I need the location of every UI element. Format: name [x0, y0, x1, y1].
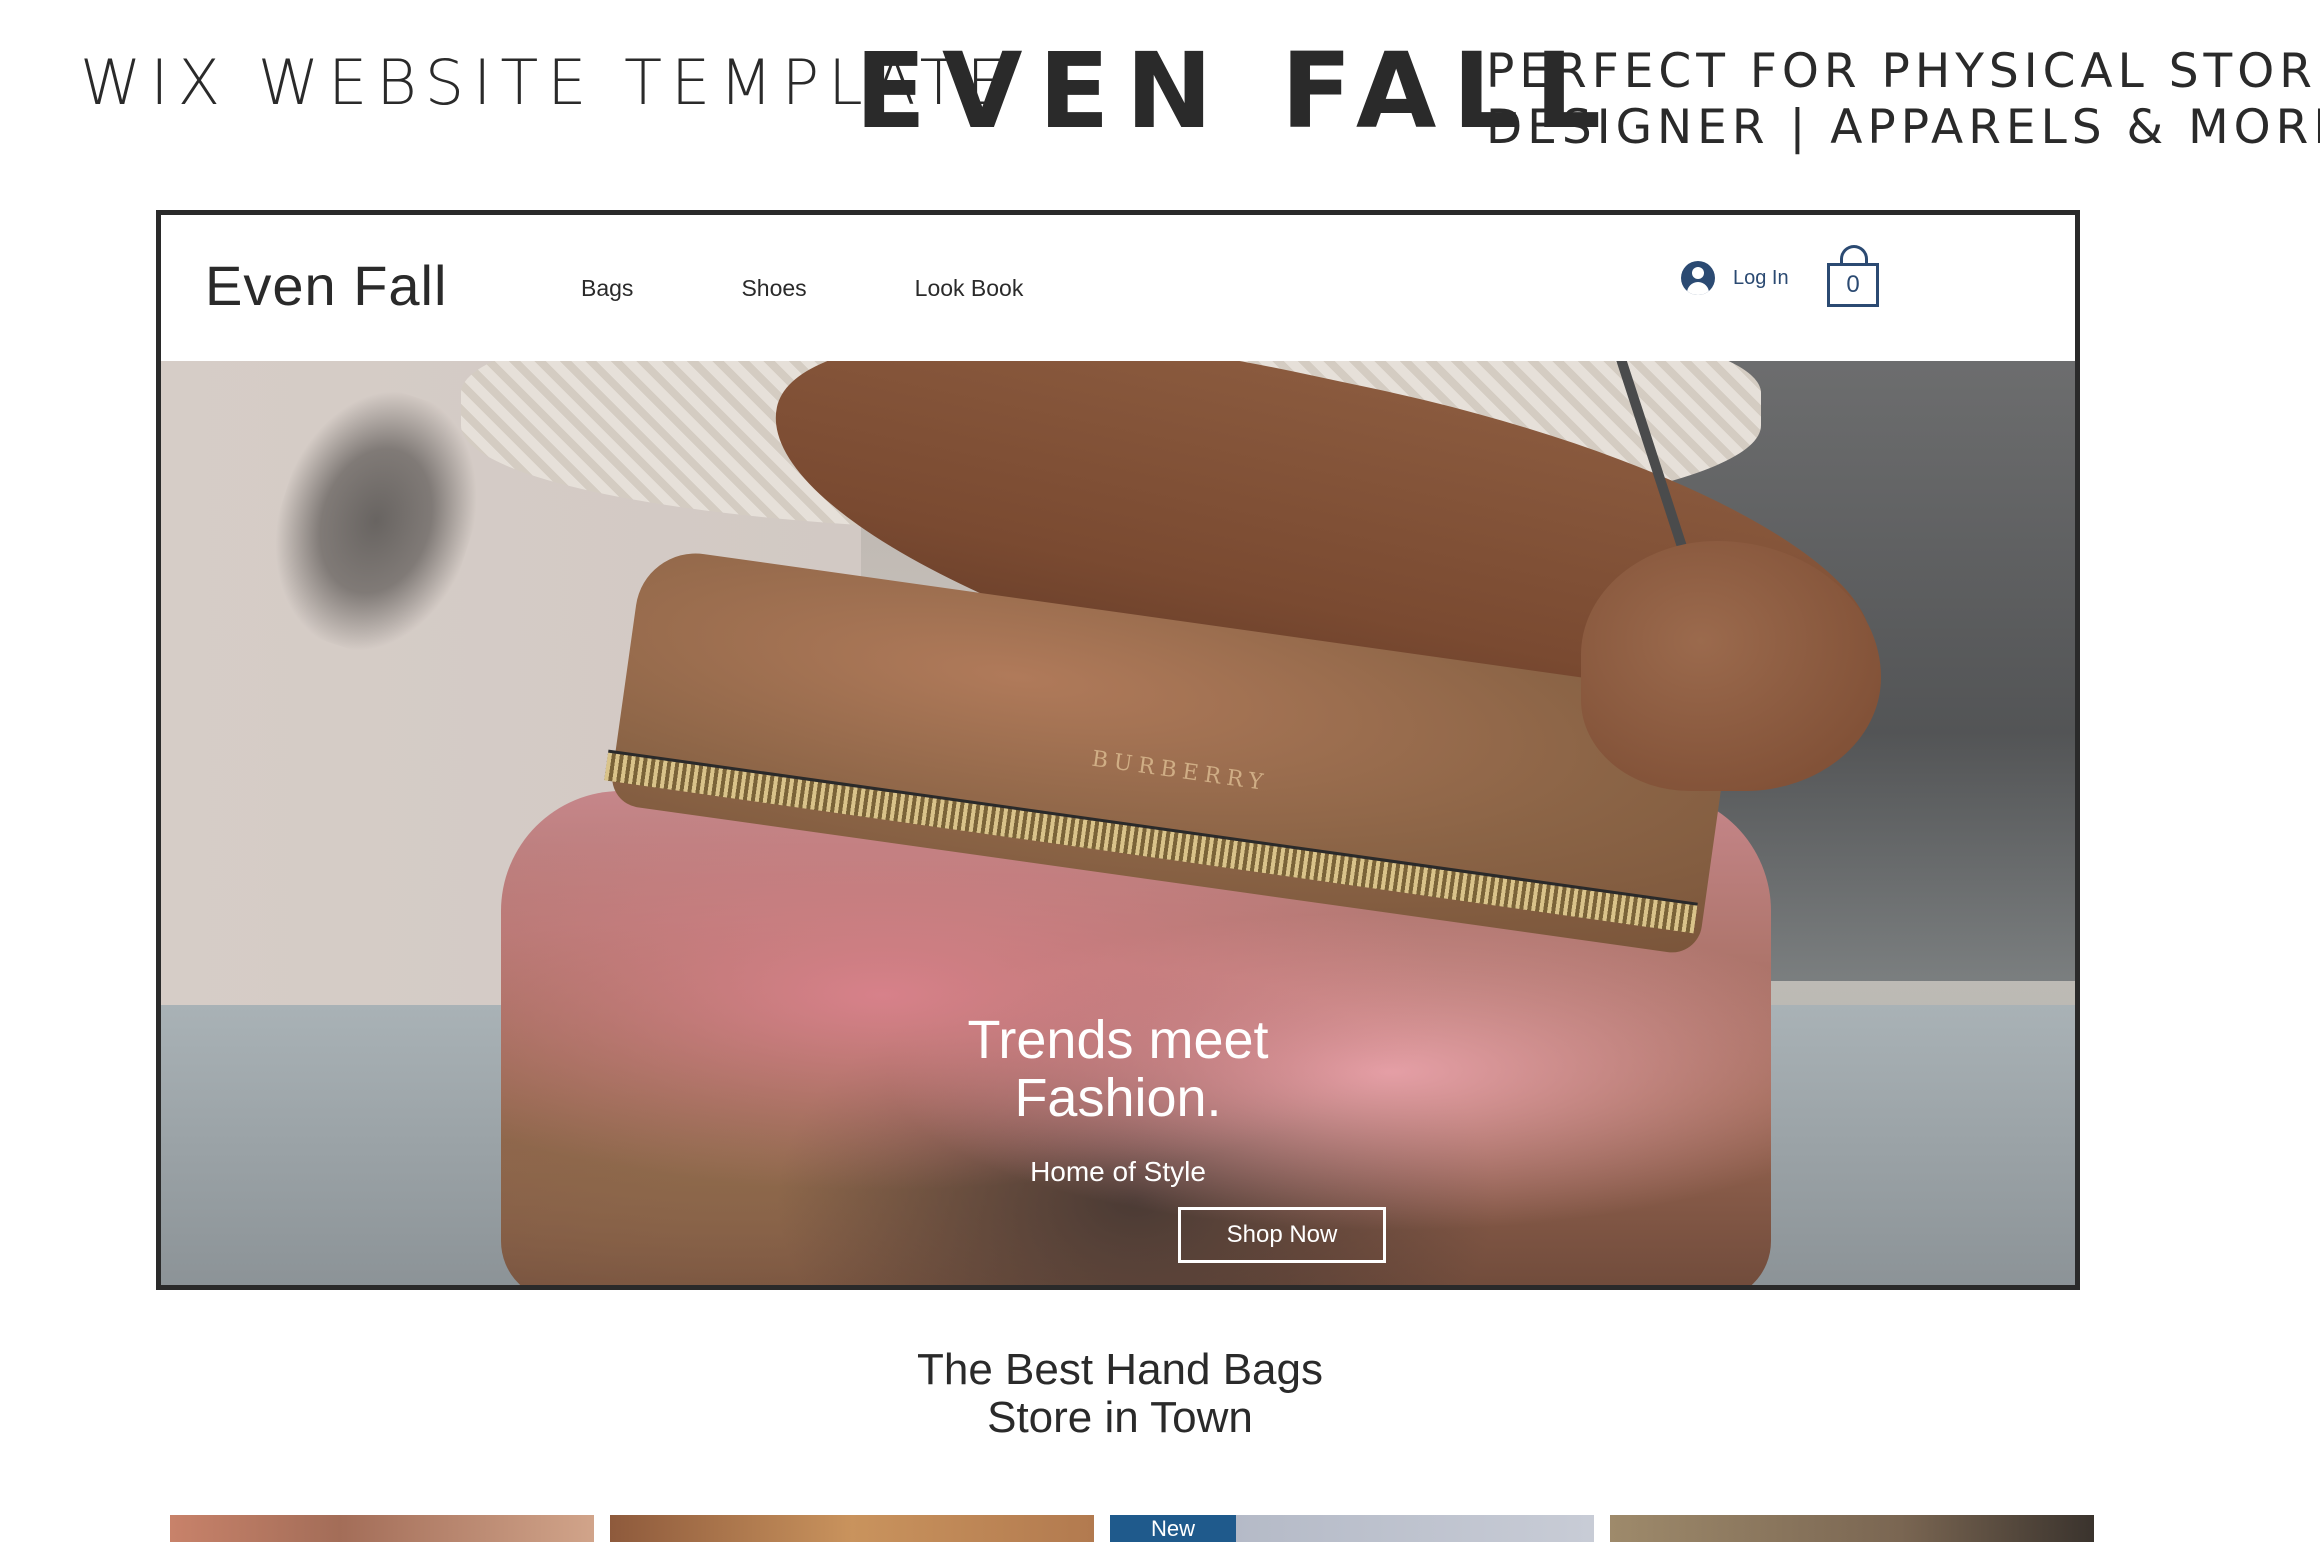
hero-banner: BURBERRY Trends meet Fashion. Home of St…: [161, 361, 2075, 1285]
nav-item-look-book[interactable]: Look Book: [915, 275, 1024, 302]
hero-headline-line2: Fashion.: [1014, 1068, 1222, 1128]
login-label: Log In: [1733, 266, 1789, 289]
section-title-line1: The Best Hand Bags: [916, 1345, 1323, 1394]
banner-tagline-line1: PERFECT FOR PHYSICAL STORES|: [1486, 44, 2320, 99]
site-header: Even Fall Bags Shoes Look Book Log In 0: [161, 215, 2075, 361]
login-button[interactable]: Log In: [1681, 261, 1789, 295]
product-thumbnail[interactable]: [1610, 1515, 2094, 1542]
product-gallery: New: [170, 1515, 2094, 1542]
product-thumbnail[interactable]: [170, 1515, 594, 1542]
product-thumbnail[interactable]: [610, 1515, 1094, 1542]
shop-now-button[interactable]: Shop Now: [1178, 1207, 1386, 1263]
nav-item-shoes[interactable]: Shoes: [741, 275, 806, 302]
hero-subhead: Home of Style: [1030, 1156, 1206, 1187]
cart-count: 0: [1827, 263, 1879, 307]
site-logo[interactable]: Even Fall: [205, 253, 447, 318]
user-avatar-icon: [1681, 261, 1715, 295]
banner-tagline-line2: DESIGNER | APPARELS & MORE: [1486, 100, 2320, 155]
cart-button[interactable]: 0: [1827, 245, 1879, 307]
section-title: The Best Hand Bags Store in Town: [0, 1346, 2240, 1442]
new-badge: New: [1110, 1515, 1236, 1542]
nav-item-bags[interactable]: Bags: [581, 275, 633, 302]
website-preview-frame: Even Fall Bags Shoes Look Book Log In 0 …: [156, 210, 2080, 1290]
section-title-line2: Store in Town: [987, 1393, 1253, 1442]
banner-tagline: PERFECT FOR PHYSICAL STORES| DESIGNER | …: [1486, 44, 2320, 156]
hero-headline-line1: Trends meet: [967, 1010, 1269, 1070]
hero-headline: Trends meet Fashion.: [161, 1011, 2075, 1127]
product-thumbnail[interactable]: New: [1110, 1515, 1594, 1542]
main-nav: Bags Shoes Look Book: [581, 275, 1131, 302]
